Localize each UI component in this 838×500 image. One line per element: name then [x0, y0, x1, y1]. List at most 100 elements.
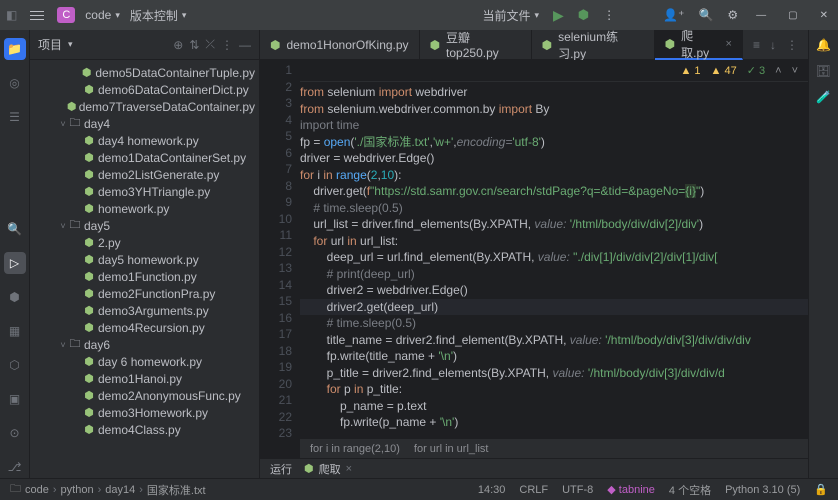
code-line[interactable]: for i in range(2,10):: [300, 167, 808, 184]
code-content[interactable]: from selenium import webdriverfrom selen…: [300, 82, 808, 438]
database-icon[interactable]: 🗄: [816, 64, 831, 78]
code-line[interactable]: p_name = p.text: [300, 398, 808, 415]
code-line[interactable]: fp = open('./国家标准.txt','w+',encoding='ut…: [300, 134, 808, 151]
current-file-dropdown[interactable]: 当前文件▾: [482, 7, 539, 24]
chevron-down-icon[interactable]: ▾: [68, 39, 73, 50]
status-eol[interactable]: CRLF: [519, 484, 548, 496]
warning-indicator[interactable]: ▲ 47: [711, 65, 737, 77]
tab-more-icon[interactable]: ⋮: [786, 38, 798, 52]
status-indent[interactable]: 4 个空格: [669, 482, 711, 498]
close-run-icon[interactable]: ×: [346, 463, 352, 475]
editor-tab[interactable]: ⬢爬取.py×: [655, 30, 743, 60]
breadcrumb-item[interactable]: for i in range(2,10): [310, 443, 400, 455]
tree-item[interactable]: ⬢demo4Class.py: [30, 421, 259, 438]
notifications-icon[interactable]: 🔔: [816, 38, 831, 52]
services-icon[interactable]: ⬡: [4, 354, 26, 376]
project-tool-icon[interactable]: 📁: [4, 38, 26, 60]
more-icon[interactable]: ⋮: [603, 8, 615, 22]
tree-item[interactable]: ⬢demo3Arguments.py: [30, 302, 259, 319]
editor-tab[interactable]: ⬢demo1HonorOfKing.py: [260, 30, 420, 60]
collapse-icon[interactable]: ⤫: [205, 37, 215, 52]
code-line[interactable]: [300, 431, 808, 439]
run-icon[interactable]: ▶: [553, 7, 564, 24]
locate-icon[interactable]: ⊕: [173, 38, 183, 52]
code-line[interactable]: url_list = driver.find_elements(By.XPATH…: [300, 216, 808, 233]
code-line[interactable]: title_name = driver2.find_element(By.XPA…: [300, 332, 808, 349]
tree-item[interactable]: ⬢demo1DataContainerSet.py: [30, 149, 259, 166]
tree-item[interactable]: ⬢day 6 homework.py: [30, 353, 259, 370]
minimize-icon[interactable]: —: [752, 10, 770, 21]
project-badge[interactable]: C: [57, 7, 75, 23]
terminal-icon[interactable]: ▣: [4, 388, 26, 410]
breadcrumb-item[interactable]: for url in url_list: [414, 443, 489, 455]
code-line[interactable]: # print(deep_url): [300, 266, 808, 283]
error-indicator[interactable]: ▲ 1: [680, 65, 700, 77]
path-segment[interactable]: 国家标准.txt: [147, 482, 206, 498]
navigation-breadcrumb[interactable]: 🗀code›python›day14›国家标准.txt: [10, 480, 206, 499]
menu-icon[interactable]: ◧: [6, 8, 17, 22]
more-icon[interactable]: ⋮: [221, 38, 233, 52]
search-tool-icon[interactable]: 🔍: [4, 218, 26, 240]
tree-item[interactable]: ⬢demo2ListGenerate.py: [30, 166, 259, 183]
search-icon[interactable]: 🔍: [698, 8, 713, 22]
typo-indicator[interactable]: ✓ 3: [747, 64, 765, 77]
status-encoding[interactable]: UTF-8: [562, 484, 593, 496]
code-line[interactable]: driver = webdriver.Edge(): [300, 150, 808, 167]
tree-item[interactable]: ⬢demo2AnonymousFunc.py: [30, 387, 259, 404]
hamburger-icon[interactable]: [27, 5, 47, 25]
code-line[interactable]: fp.write(p_name + '\n'): [300, 414, 808, 431]
code-line[interactable]: driver2.get(deep_url): [300, 299, 808, 316]
code-line[interactable]: deep_url = url.find_element(By.XPATH, va…: [300, 249, 808, 266]
code-line[interactable]: p_title = driver2.find_elements(By.XPATH…: [300, 365, 808, 382]
project-dropdown[interactable]: code▾: [85, 8, 120, 22]
tree-item[interactable]: ⬢demo5DataContainerTuple.py: [30, 64, 259, 81]
list-icon[interactable]: ≡: [753, 38, 760, 52]
code-breadcrumb[interactable]: for i in range(2,10) for url in url_list: [300, 438, 808, 458]
expand-up-icon[interactable]: ˄: [775, 65, 781, 77]
minimize-sidebar-icon[interactable]: —: [239, 38, 251, 52]
tree-item[interactable]: ⬢demo4Recursion.py: [30, 319, 259, 336]
path-segment[interactable]: python: [61, 484, 94, 496]
code-line[interactable]: driver.get(f"https://std.samr.gov.cn/sea…: [300, 183, 808, 200]
python-console-icon[interactable]: ⬢: [4, 286, 26, 308]
run-config-tab[interactable]: ⬢爬取 ×: [304, 461, 352, 477]
packages-icon[interactable]: ▦: [4, 320, 26, 342]
split-down-icon[interactable]: ↓: [770, 38, 776, 52]
status-python[interactable]: Python 3.10 (5): [725, 484, 800, 496]
commit-tool-icon[interactable]: ◎: [4, 72, 26, 94]
problems-icon[interactable]: ⊙: [4, 422, 26, 444]
close-icon[interactable]: ✕: [816, 10, 832, 21]
collab-icon[interactable]: 👤⁺: [663, 8, 684, 22]
tree-item[interactable]: ⬢demo1Hanoi.py: [30, 370, 259, 387]
sci-icon[interactable]: 🧪: [816, 90, 831, 104]
code-line[interactable]: # time.sleep(0.5): [300, 200, 808, 217]
settings-icon[interactable]: ⚙: [727, 8, 738, 22]
tree-item[interactable]: ⬢demo1Function.py: [30, 268, 259, 285]
path-segment[interactable]: code: [25, 484, 49, 496]
editor-tab[interactable]: ⬢selenium练习.py: [532, 30, 655, 60]
vcs-dropdown[interactable]: 版本控制▾: [130, 7, 187, 24]
editor-tab[interactable]: ⬢豆瓣top250.py: [420, 30, 532, 60]
tree-item[interactable]: ⬢2.py: [30, 234, 259, 251]
structure-tool-icon[interactable]: ☰: [4, 106, 26, 128]
code-line[interactable]: # time.sleep(0.5): [300, 315, 808, 332]
tree-item[interactable]: ⬢day4 homework.py: [30, 132, 259, 149]
tree-item[interactable]: ⬢homework.py: [30, 200, 259, 217]
vcs-tool-icon[interactable]: ⎇: [4, 456, 26, 478]
expand-down-icon[interactable]: ˅: [792, 65, 798, 77]
close-tab-icon[interactable]: ×: [726, 38, 732, 50]
tabnine-status[interactable]: ◆ tabnine: [607, 483, 655, 496]
status-time[interactable]: 14:30: [478, 484, 506, 496]
tree-item[interactable]: ⬢demo6DataContainerDict.py: [30, 81, 259, 98]
code-line[interactable]: fp.write(title_name + '\n'): [300, 348, 808, 365]
code-line[interactable]: from selenium import webdriver: [300, 84, 808, 101]
code-line[interactable]: driver2 = webdriver.Edge(): [300, 282, 808, 299]
expand-icon[interactable]: ⇅: [189, 38, 199, 52]
tree-item[interactable]: ˅🗀day6: [30, 336, 259, 353]
tree-item[interactable]: ˅🗀day4: [30, 115, 259, 132]
code-line[interactable]: for url in url_list:: [300, 233, 808, 250]
tree-item[interactable]: ⬢demo7TraverseDataContainer.py: [30, 98, 259, 115]
tree-item[interactable]: ⬢demo2FunctionPra.py: [30, 285, 259, 302]
path-segment[interactable]: day14: [105, 484, 135, 496]
tree-item[interactable]: ˅🗀day5: [30, 217, 259, 234]
